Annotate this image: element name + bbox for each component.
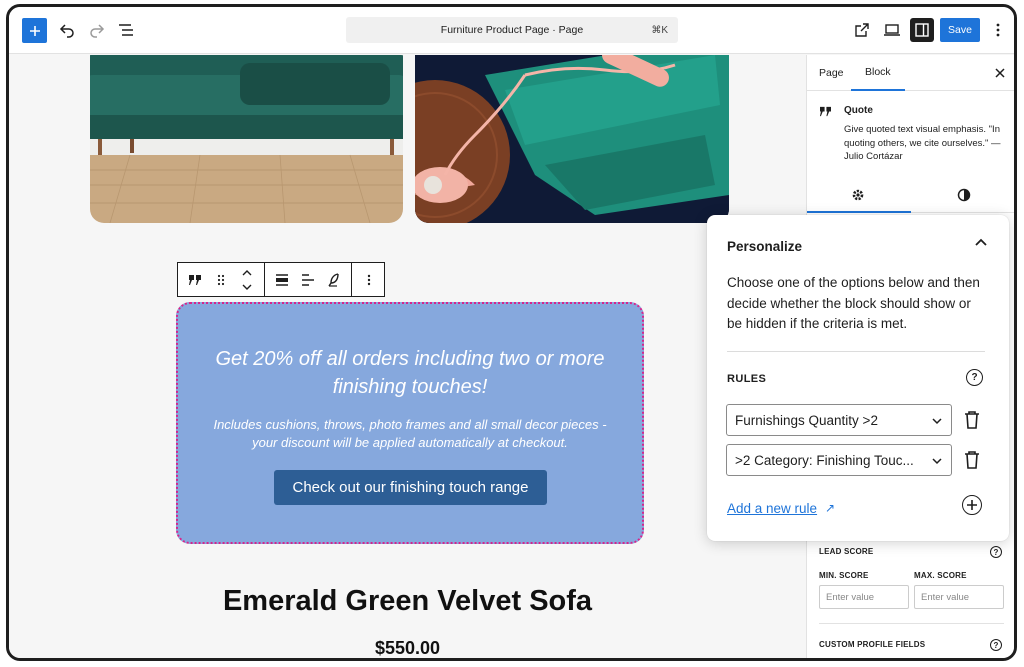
shortcut-hint: ⌘K <box>651 24 668 36</box>
contrast-icon <box>957 188 971 202</box>
undo-icon <box>59 24 74 38</box>
lead-score-help-icon[interactable]: ? <box>990 546 1002 558</box>
save-button[interactable]: Save <box>940 18 980 42</box>
options-button[interactable] <box>986 18 1010 42</box>
sidebar-toggle-icon <box>915 23 929 37</box>
tab-page[interactable]: Page <box>819 55 844 91</box>
delete-rule-1-button[interactable] <box>963 410 981 430</box>
trash-icon <box>965 411 979 429</box>
rules-label: RULES <box>727 373 767 385</box>
view-site-button[interactable] <box>850 18 874 42</box>
min-score-input[interactable]: Enter value <box>819 585 909 609</box>
collapse-button[interactable] <box>971 233 991 253</box>
block-name: Quote <box>844 105 873 116</box>
align-icon <box>276 273 288 286</box>
max-score-input[interactable]: Enter value <box>914 585 1004 609</box>
delete-rule-2-button[interactable] <box>963 450 981 470</box>
arrow-up-right-icon: ↗ <box>825 501 836 515</box>
plus-circle-icon <box>967 500 977 510</box>
block-description: Give quoted text visual emphasis. "In qu… <box>844 124 1001 162</box>
redo-button[interactable] <box>85 18 109 42</box>
document-title: Furniture Product Page · Page <box>440 24 584 36</box>
text-align-left-icon <box>302 273 314 286</box>
settings-toggle-button[interactable] <box>910 18 934 42</box>
custom-fields-help-icon[interactable]: ? <box>990 639 1002 651</box>
block-options-button[interactable] <box>356 267 382 293</box>
divider <box>819 623 1004 624</box>
block-toolbar <box>177 262 385 297</box>
sidebar-tabs: Page Block <box>807 55 1014 91</box>
more-vertical-icon <box>996 23 1000 37</box>
trash-icon <box>965 451 979 469</box>
promo-subtext[interactable]: Includes cushions, throws, photo frames … <box>208 416 612 452</box>
quote-icon <box>189 274 201 285</box>
preview-button[interactable] <box>880 18 904 42</box>
chevron-down-icon <box>932 458 942 465</box>
list-view-button[interactable] <box>114 18 138 42</box>
rule-select-1[interactable]: Furnishings Quantity >2 <box>726 404 952 436</box>
highlight-icon <box>328 272 339 287</box>
quote-icon <box>820 106 831 117</box>
rule-select-2[interactable]: >2 Category: Finishing Touc... <box>726 444 952 476</box>
sofa-image-2[interactable] <box>415 55 729 223</box>
editor-window: Furniture Product Page · Page ⌘K Save Ge… <box>6 4 1017 661</box>
active-tab-indicator <box>807 211 911 213</box>
lead-score-label: LEAD SCORE <box>819 547 874 556</box>
external-link-icon <box>855 23 869 37</box>
add-block-button[interactable] <box>22 18 47 43</box>
chevron-down-icon <box>932 418 942 425</box>
tab-styles[interactable] <box>957 188 973 204</box>
sofa-image-1[interactable] <box>90 55 403 223</box>
editor-header: Furniture Product Page · Page ⌘K Save <box>9 7 1014 54</box>
close-icon <box>995 68 1005 78</box>
tab-settings[interactable] <box>851 188 867 204</box>
command-palette-button[interactable]: Furniture Product Page · Page ⌘K <box>346 17 678 43</box>
divider <box>727 351 985 352</box>
product-price[interactable]: $550.00 <box>9 638 806 658</box>
rule-select-1-value: Furnishings Quantity >2 <box>735 412 878 428</box>
custom-profile-fields-label: CUSTOM PROFILE FIELDS <box>819 640 926 649</box>
rule-select-2-value: >2 Category: Finishing Touc... <box>735 452 914 468</box>
plus-icon <box>29 25 40 36</box>
personalize-description: Choose one of the options below and then… <box>727 275 980 331</box>
finishing-touch-button[interactable]: Check out our finishing touch range <box>274 470 547 505</box>
sofa-floor-picture <box>90 55 403 223</box>
rules-help-icon[interactable]: ? <box>966 369 983 386</box>
add-rule-button[interactable] <box>962 495 982 515</box>
add-new-rule-link[interactable]: Add a new rule <box>727 501 817 516</box>
list-view-icon <box>119 24 133 36</box>
chevron-up-icon <box>975 238 987 246</box>
personalize-title: Personalize <box>727 239 803 254</box>
promo-quote-block[interactable]: Get 20% off all orders including two or … <box>176 302 644 544</box>
product-title[interactable]: Emerald Green Velvet Sofa <box>9 585 806 618</box>
settings-style-tabs <box>807 180 1014 213</box>
more-vertical-icon <box>367 274 371 285</box>
max-score-label: MAX. SCORE <box>914 571 967 580</box>
promo-headline[interactable]: Get 20% off all orders including two or … <box>198 345 622 401</box>
editor-canvas: Get 20% off all orders including two or … <box>9 55 806 658</box>
min-score-label: MIN. SCORE <box>819 571 869 580</box>
move-up-down-icon <box>242 269 252 290</box>
tab-block[interactable]: Block <box>851 55 905 91</box>
close-sidebar-button[interactable] <box>995 65 1005 81</box>
personalize-panel: Personalize Choose one of the options be… <box>707 215 1009 541</box>
drag-button[interactable] <box>208 267 234 293</box>
move-button[interactable] <box>234 267 260 293</box>
sofa-telephone-picture <box>415 55 729 223</box>
align-button[interactable] <box>269 267 295 293</box>
block-type-button[interactable] <box>182 267 208 293</box>
gear-icon <box>852 189 864 201</box>
highlight-button[interactable] <box>321 267 347 293</box>
desktop-preview-icon <box>884 24 900 36</box>
undo-button[interactable] <box>55 18 79 42</box>
redo-icon <box>90 24 105 38</box>
text-align-button[interactable] <box>295 267 321 293</box>
drag-handle-icon <box>217 274 225 285</box>
